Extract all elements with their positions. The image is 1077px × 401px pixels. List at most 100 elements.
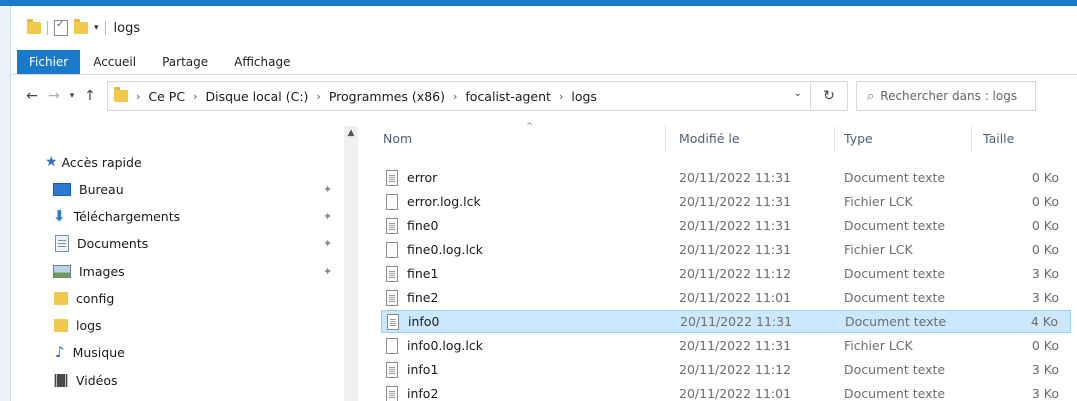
file-name: info1 <box>407 362 439 377</box>
toolbar-separator <box>47 21 48 35</box>
file-name: fine0 <box>407 218 439 233</box>
nav-item-config[interactable]: config <box>54 286 356 310</box>
file-type: Document texte <box>844 218 946 233</box>
file-name: info0 <box>408 314 440 329</box>
star-icon: ★ <box>45 154 58 170</box>
forward-arrow-icon[interactable]: → <box>43 85 65 107</box>
folder-icon <box>54 318 68 332</box>
address-bar[interactable]: › Ce PC › Disque local (C:) › Programmes… <box>107 81 811 111</box>
chevron-right-icon[interactable]: › <box>453 90 457 103</box>
file-name: info2 <box>407 386 439 401</box>
navigation-pane-scrollbar[interactable]: ▲ <box>344 126 358 401</box>
file-row[interactable]: fine0.log.lck 20/11/2022 11:31 Fichier L… <box>381 238 1071 261</box>
nav-item-logs[interactable]: logs <box>54 313 356 337</box>
file-size: 0 Ko <box>1031 338 1059 353</box>
file-size: 3 Ko <box>1031 386 1059 401</box>
file-row[interactable]: info0.log.lck 20/11/2022 11:31 Fichier L… <box>381 334 1071 357</box>
file-row[interactable]: fine0 20/11/2022 11:31 Document texte 0 … <box>381 214 1071 237</box>
scroll-up-arrow-icon[interactable]: ▲ <box>344 126 358 140</box>
toolbar-separator <box>104 21 106 35</box>
chevron-right-icon[interactable]: › <box>136 90 140 103</box>
tab-accueil[interactable]: Accueil <box>80 50 149 74</box>
file-name: error <box>407 170 438 185</box>
pin-icon[interactable]: ✦ <box>323 183 332 196</box>
column-header-name[interactable]: Nom <box>383 120 412 156</box>
file-list: ^ Nom Modifié le Type Taille error 20/11… <box>371 120 1077 401</box>
nav-item-telechargements[interactable]: ⬇ Téléchargements ✦ <box>53 204 356 228</box>
text-file-icon <box>387 313 399 330</box>
breadcrumb-focalist-agent[interactable]: focalist-agent <box>465 89 551 104</box>
file-row[interactable]: fine1 20/11/2022 11:12 Document texte 3 … <box>381 262 1071 285</box>
videos-icon <box>54 373 68 387</box>
breadcrumb-disque-local[interactable]: Disque local (C:) <box>205 89 308 104</box>
back-arrow-icon[interactable]: ← <box>21 85 43 107</box>
pin-icon[interactable]: ✦ <box>323 210 332 223</box>
file-row[interactable]: error.log.lck 20/11/2022 11:31 Fichier L… <box>381 190 1071 213</box>
nav-item-label: logs <box>76 317 102 333</box>
window-title: logs <box>113 20 141 36</box>
text-file-icon <box>386 265 398 282</box>
file-type: Document texte <box>844 362 946 377</box>
file-modified: 20/11/2022 11:31 <box>679 338 792 353</box>
column-divider[interactable] <box>665 126 666 152</box>
tab-affichage[interactable]: Affichage <box>221 50 303 74</box>
column-divider[interactable] <box>834 126 835 152</box>
chevron-right-icon[interactable]: › <box>559 90 563 103</box>
nav-item-images[interactable]: Images ✦ <box>53 259 356 283</box>
file-row[interactable]: error 20/11/2022 11:31 Document texte 0 … <box>381 166 1071 189</box>
customize-toolbar-arrow-icon[interactable]: ▾ <box>94 23 99 33</box>
properties-icon[interactable] <box>54 19 68 36</box>
column-header-size[interactable]: Taille <box>983 120 1014 156</box>
new-folder-icon[interactable] <box>74 19 88 34</box>
nav-item-bureau[interactable]: Bureau ✦ <box>53 177 356 201</box>
folder-icon <box>114 87 128 102</box>
file-size: 4 Ko <box>1030 314 1058 329</box>
refresh-icon[interactable]: ↻ <box>811 81 848 111</box>
text-file-icon <box>386 361 398 378</box>
tab-partage[interactable]: Partage <box>149 50 221 74</box>
recent-locations-chevron-icon[interactable]: ▾ <box>65 85 79 107</box>
nav-item-videos[interactable]: Vidéos <box>54 368 356 392</box>
pin-icon[interactable]: ✦ <box>323 237 332 250</box>
quick-access-toolbar: ▾ <box>27 19 106 36</box>
nav-item-documents[interactable]: Documents ✦ <box>55 231 356 255</box>
music-icon: ♪ <box>55 343 65 361</box>
breadcrumb-programmes[interactable]: Programmes (x86) <box>329 89 445 104</box>
file-row[interactable]: info2 20/11/2022 11:01 Document texte 3 … <box>381 382 1071 401</box>
file-icon <box>386 241 398 258</box>
file-size: 0 Ko <box>1031 194 1059 209</box>
column-header-row: ^ Nom Modifié le Type Taille <box>371 120 1077 156</box>
chevron-right-icon[interactable]: › <box>193 90 197 103</box>
file-modified: 20/11/2022 11:12 <box>679 362 792 377</box>
breadcrumb-logs[interactable]: logs <box>571 89 597 104</box>
nav-item-musique[interactable]: ♪ Musique <box>55 340 356 364</box>
file-size: 3 Ko <box>1031 362 1059 377</box>
nav-item-label: Téléchargements <box>73 208 181 224</box>
file-modified: 20/11/2022 11:31 <box>679 218 792 233</box>
file-row-selected[interactable]: info0 20/11/2022 11:31 Document texte 4 … <box>381 310 1071 333</box>
desktop-icon <box>53 182 71 196</box>
file-type: Fichier LCK <box>844 194 913 209</box>
file-name: fine0.log.lck <box>407 242 484 257</box>
navigation-bar: ← → ▾ ↑ › Ce PC › Disque local (C:) › Pr… <box>11 76 1077 116</box>
nav-item-acces-rapide[interactable]: ★ Accès rapide <box>45 150 356 174</box>
chevron-right-icon[interactable]: › <box>316 90 320 103</box>
column-header-type[interactable]: Type <box>844 120 873 156</box>
file-size: 0 Ko <box>1031 170 1059 185</box>
file-type: Document texte <box>845 314 947 329</box>
breadcrumb-ce-pc[interactable]: Ce PC <box>148 89 185 104</box>
nav-item-label: Vidéos <box>76 372 118 388</box>
up-arrow-icon[interactable]: ↑ <box>79 85 101 107</box>
column-header-modified[interactable]: Modifié le <box>679 120 740 156</box>
folder-icon[interactable] <box>27 19 41 34</box>
tab-fichier[interactable]: Fichier <box>17 50 81 74</box>
pictures-icon <box>53 264 71 278</box>
file-size: 3 Ko <box>1031 290 1059 305</box>
download-icon: ⬇ <box>53 207 66 225</box>
file-row[interactable]: info1 20/11/2022 11:12 Document texte 3 … <box>381 358 1071 381</box>
column-divider[interactable] <box>971 126 972 152</box>
pin-icon[interactable]: ✦ <box>323 265 332 278</box>
address-dropdown-chevron-icon[interactable]: ⌄ <box>794 88 802 99</box>
file-row[interactable]: fine2 20/11/2022 11:01 Document texte 3 … <box>381 286 1071 309</box>
search-input[interactable]: ⌕ Rechercher dans : logs <box>856 81 1036 111</box>
